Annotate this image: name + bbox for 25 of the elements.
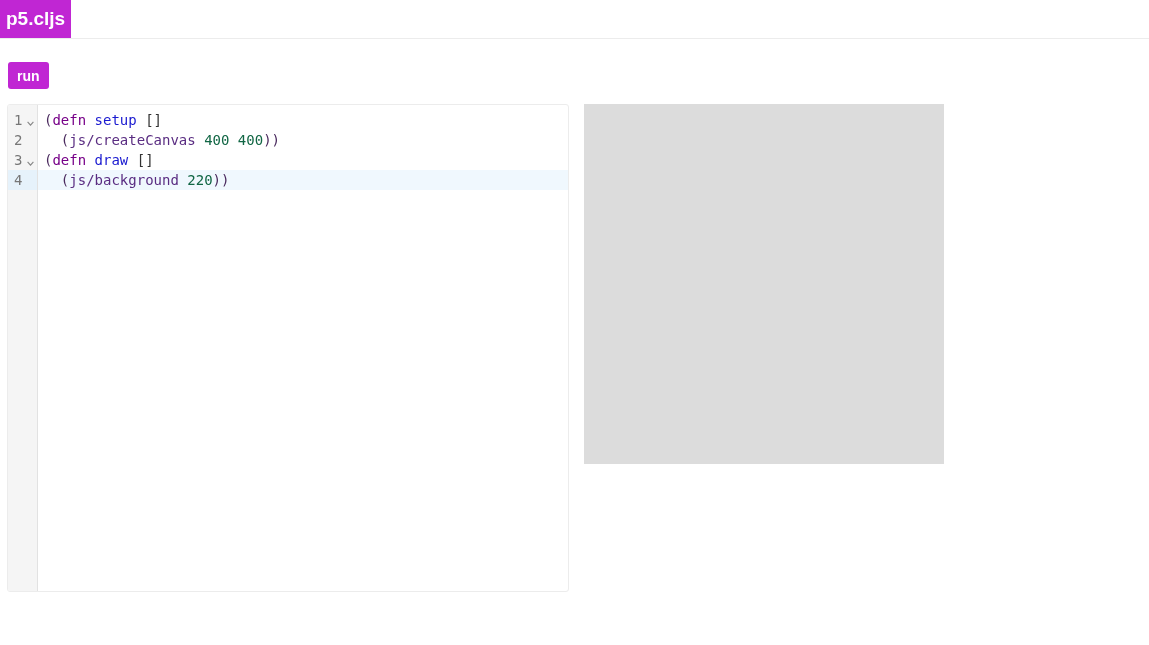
line-number: 1 — [13, 111, 23, 130]
keyword-text: defn — [52, 152, 87, 168]
number-text: 400 — [204, 132, 230, 148]
paren-text: )) — [212, 172, 230, 188]
run-button[interactable]: run — [8, 62, 49, 89]
chevron-icon[interactable] — [26, 161, 34, 166]
number-text: 220 — [187, 172, 213, 188]
bracket-text: [] — [145, 112, 162, 128]
symbol-text: js/background — [69, 172, 179, 188]
app-logo[interactable]: p5.cljs — [0, 0, 72, 38]
paren-text: ( — [44, 112, 53, 128]
keyword-text: defn — [52, 112, 87, 128]
line-number: 4 — [13, 171, 23, 190]
line-number: 2 — [13, 131, 23, 150]
paren-text: ( — [60, 132, 70, 148]
function-name-text: draw — [94, 152, 129, 168]
paren-text: )) — [263, 132, 280, 148]
symbol-text: js/createCanvas — [69, 132, 196, 148]
line-number: 3 — [13, 151, 23, 170]
bracket-text: [] — [136, 152, 154, 168]
function-name-text: setup — [94, 112, 137, 128]
paren-text: ( — [44, 152, 53, 168]
paren-text: ( — [60, 172, 70, 188]
number-text: 400 — [237, 132, 264, 148]
chevron-icon[interactable] — [26, 121, 34, 126]
